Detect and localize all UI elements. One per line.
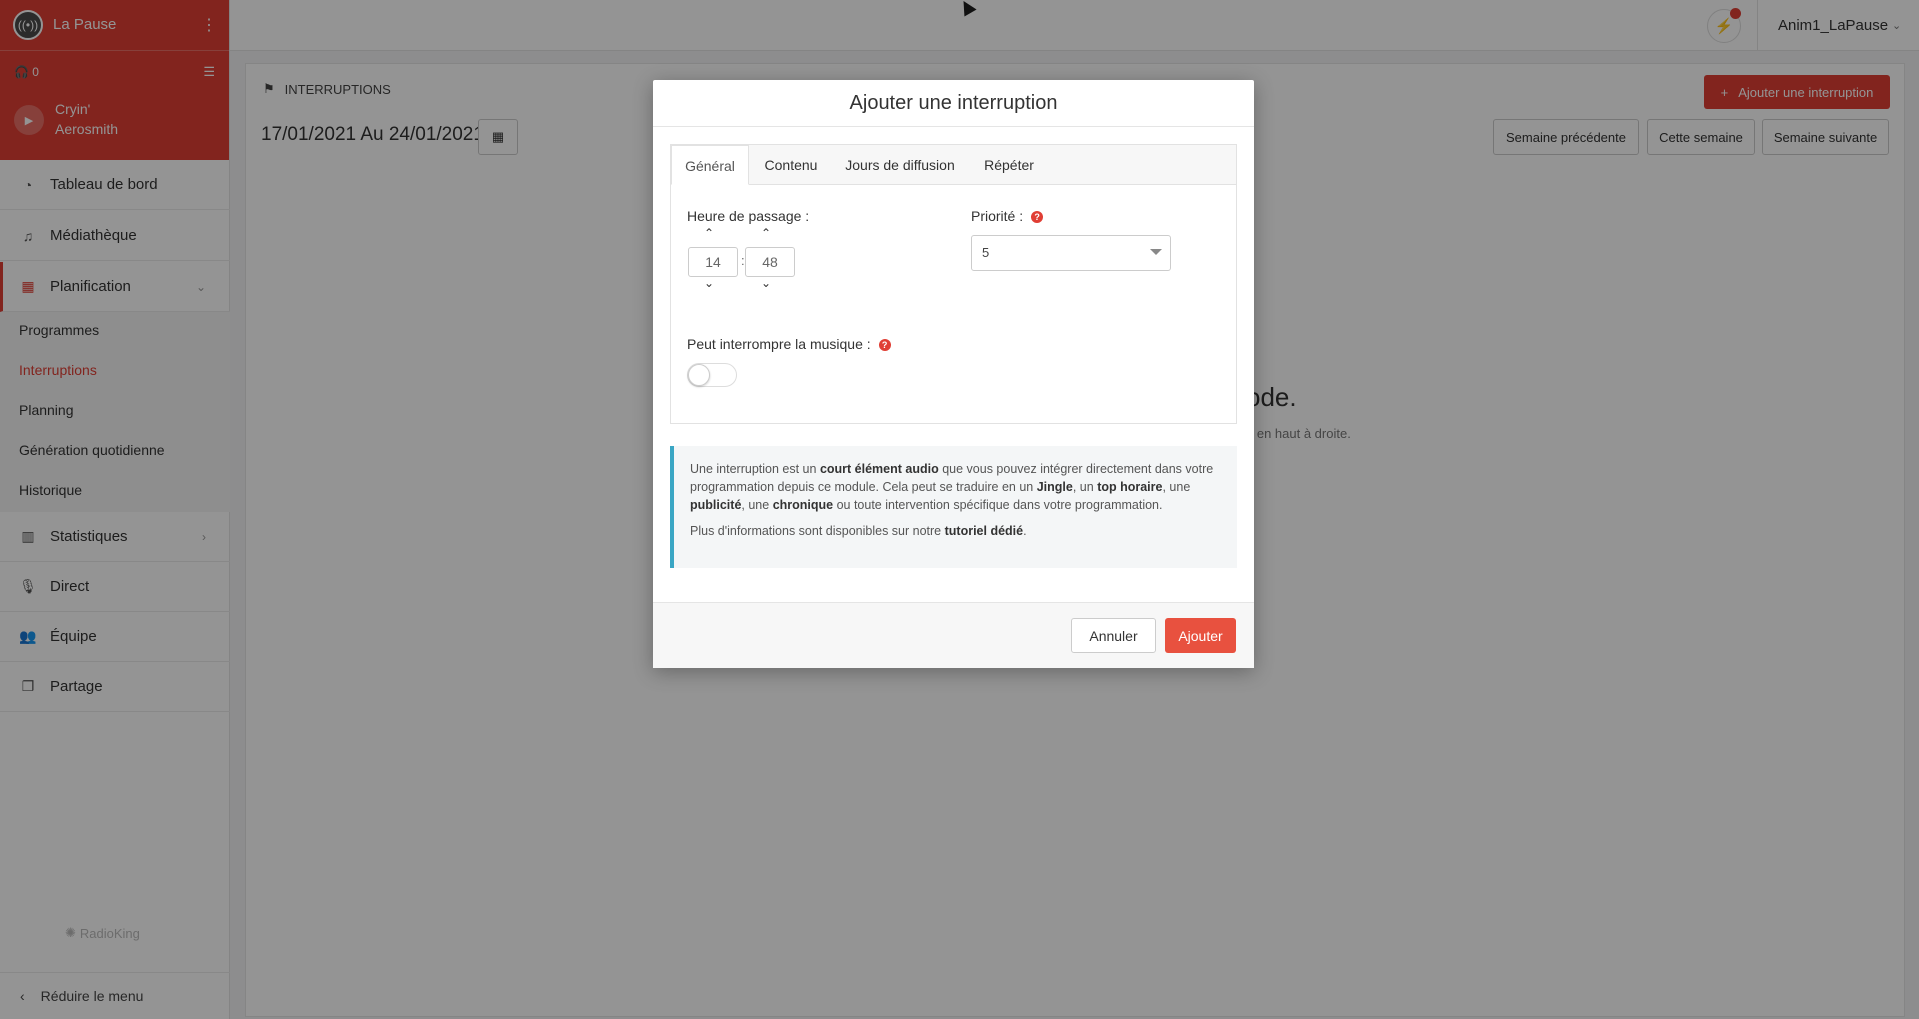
tab-repeat[interactable]: Répéter [967, 145, 1051, 185]
priority-value: 5 [982, 245, 990, 260]
info-text: , une [741, 498, 773, 512]
tutorial-link[interactable]: tutoriel dédié [945, 524, 1023, 538]
help-icon[interactable]: ? [1031, 211, 1044, 224]
info-text: . [1023, 524, 1027, 538]
time-label: Heure de passage : [687, 208, 810, 224]
info-box: Une interruption est un court élément au… [670, 446, 1237, 568]
tab-broadcast-days[interactable]: Jours de diffusion [833, 145, 967, 185]
modal-tab-panel: Général Contenu Jours de diffusion Répét… [670, 144, 1237, 424]
minute-input[interactable]: 48 [745, 247, 795, 277]
modal-footer: Annuler Ajouter [653, 602, 1254, 668]
info-text: Plus d'informations sont disponibles sur… [690, 524, 945, 538]
info-paragraph: Une interruption est un court élément au… [690, 460, 1221, 514]
help-icon[interactable]: ? [878, 339, 891, 352]
submit-button[interactable]: Ajouter [1165, 618, 1236, 653]
interrupt-music-label-text: Peut interrompre la musique : [687, 336, 871, 352]
hour-up-button[interactable]: ⌃ [704, 226, 714, 240]
info-text: chronique [772, 498, 834, 512]
modal-title: Ajouter une interruption [653, 80, 1254, 127]
info-text: , une [1162, 480, 1191, 494]
hour-input[interactable]: 14 [688, 247, 738, 277]
modal-tabs: Général Contenu Jours de diffusion Répét… [671, 145, 1236, 185]
info-text: , un [1072, 480, 1098, 494]
hour-down-button[interactable]: ⌄ [704, 276, 714, 290]
interrupt-music-label: Peut interrompre la musique :? [687, 336, 891, 352]
toggle-knob [688, 364, 710, 386]
info-text: publicité [690, 498, 742, 512]
priority-select[interactable]: 5 [971, 235, 1171, 271]
priority-label: Priorité :? [971, 208, 1044, 224]
tab-general[interactable]: Général [671, 145, 749, 185]
info-paragraph: Plus d'informations sont disponibles sur… [690, 522, 1221, 540]
minute-up-button[interactable]: ⌃ [761, 226, 771, 240]
cancel-button[interactable]: Annuler [1071, 618, 1156, 653]
info-text: Une interruption est un [690, 462, 820, 476]
tab-content[interactable]: Contenu [749, 145, 833, 185]
interrupt-music-toggle[interactable] [687, 363, 737, 387]
info-text: ou toute intervention spécifique dans vo… [833, 498, 1163, 512]
caret-down-icon [1150, 249, 1162, 255]
add-interruption-modal: Ajouter une interruption Général Contenu… [653, 80, 1254, 668]
priority-label-text: Priorité : [971, 208, 1024, 224]
info-text: top horaire [1097, 480, 1163, 494]
minute-down-button[interactable]: ⌄ [761, 276, 771, 290]
info-text: court élément audio [819, 462, 939, 476]
info-text: Jingle [1036, 480, 1073, 494]
